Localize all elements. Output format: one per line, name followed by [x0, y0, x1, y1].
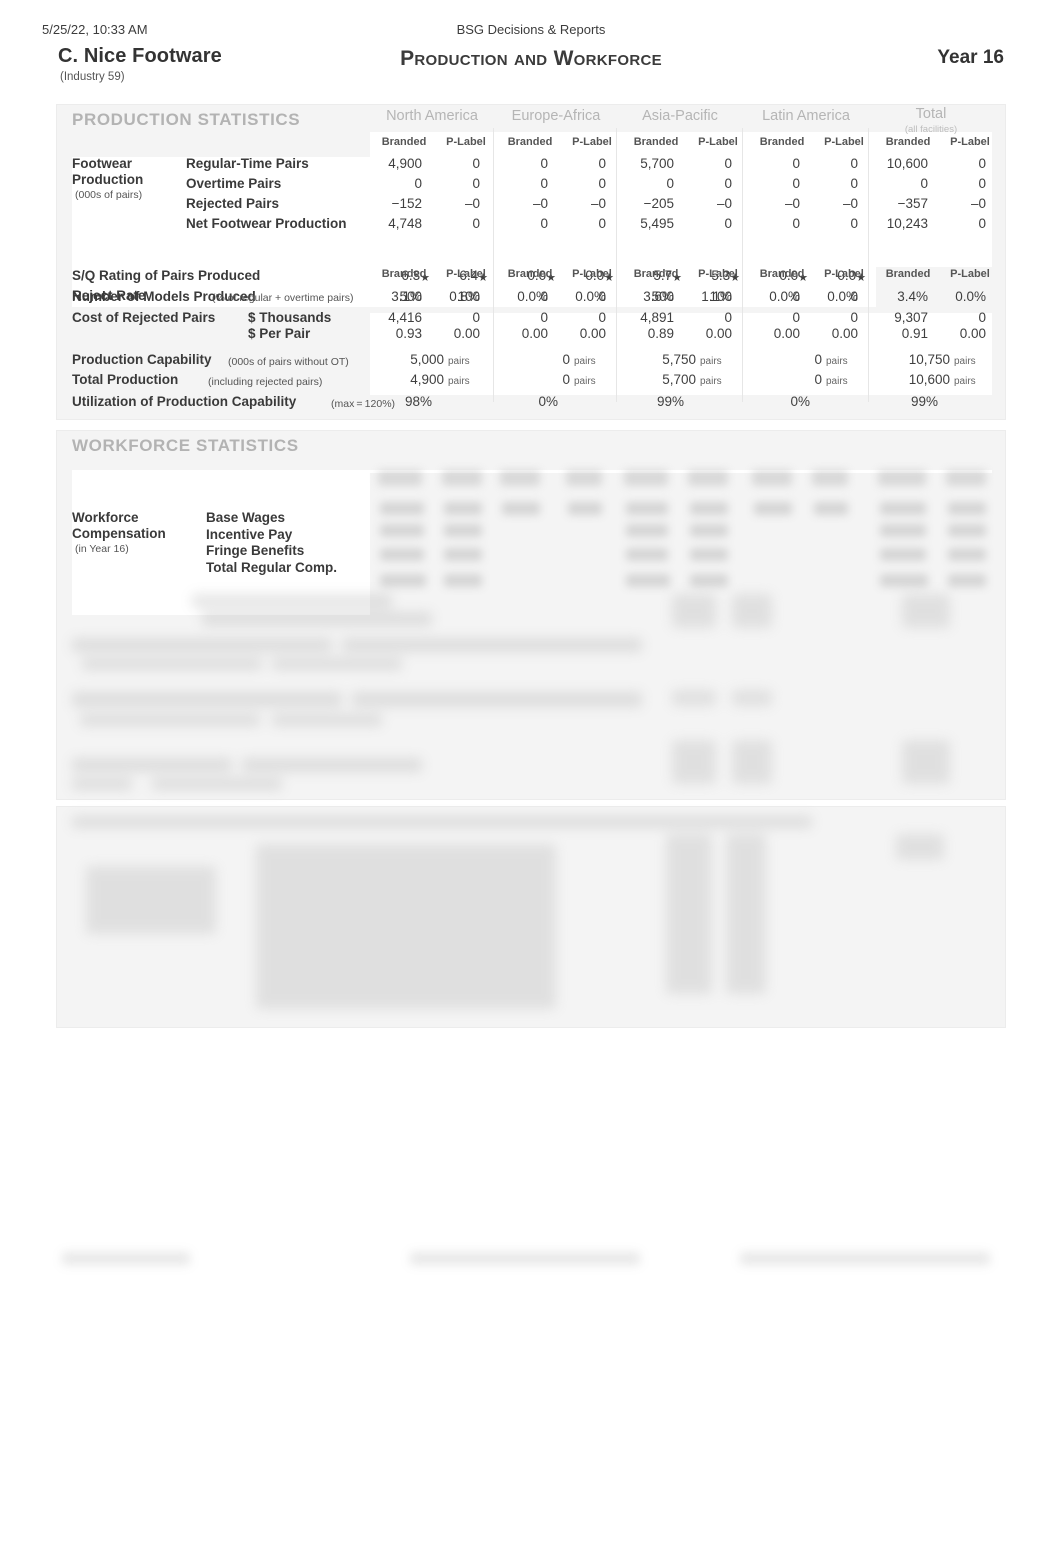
workforce-comp-note: (in Year 16)	[75, 543, 129, 555]
footwear-production-label-1: Footwear	[72, 156, 133, 171]
capability-cell-unit: pairs	[700, 356, 722, 367]
region-header-total: Total	[915, 106, 947, 122]
total-production-cell: 4,900	[410, 372, 444, 387]
region-header-north-america: North America	[386, 108, 478, 124]
col-header-na-branded: Branded	[381, 136, 427, 148]
production-cell: ‒0	[970, 196, 986, 211]
capability-cell: 5,750	[662, 352, 696, 367]
print-header: 5/25/22, 10:33 AM BSG Decisions & Report…	[0, 22, 1062, 38]
total-production-cell: 10,600	[908, 372, 950, 387]
additional-statistics-blurred	[66, 816, 996, 1021]
capability-cell: 0	[562, 352, 570, 367]
row-label-reject-rate: Reject Rate	[72, 288, 146, 303]
col-header-la-plabel: P-Label	[824, 136, 864, 148]
col2-header-total-plabel: P-Label	[950, 268, 990, 280]
print-doc-title: BSG Decisions & Reports	[456, 22, 606, 37]
page-footer-blurred	[0, 1248, 1062, 1274]
workforce-comp-label-2: Compensation	[72, 526, 166, 541]
col-header-ap-plabel: P-Label	[698, 136, 738, 148]
total-production-cell: 0	[562, 372, 570, 387]
footwear-production-label-2: Production	[72, 172, 144, 187]
page-title: Production and Workforce	[400, 47, 662, 70]
capability-cell: 5,000	[410, 352, 444, 367]
report-title-band: C. Nice Footware (Industry 59) Productio…	[0, 45, 1062, 85]
col-header-ea-branded: Branded	[507, 136, 553, 148]
col-header-ap-branded: Branded	[633, 136, 679, 148]
col2-header-la-branded: Branded	[759, 268, 805, 280]
row-label-cost-per-pair: $ Per Pair	[248, 326, 311, 341]
capability-cell-unit: pairs	[954, 356, 976, 367]
total-production-cell-unit: pairs	[574, 376, 596, 387]
footwear-production-note: (000s of pairs)	[75, 189, 143, 201]
row-label-utilization: Utilization of Production Capability	[72, 394, 297, 409]
production-statistics-panel: PRODUCTION STATISTICS North America Euro…	[56, 104, 1006, 420]
total-production-cell-unit: pairs	[826, 376, 848, 387]
col-header-la-branded: Branded	[759, 136, 805, 148]
production-section-title: PRODUCTION STATISTICS	[72, 110, 301, 129]
row-label-sq-rating: S/Q Rating of Pairs Produced	[72, 268, 261, 283]
cost-thousands-cell: 0	[978, 310, 986, 325]
col2-header-ap-plabel: P-Label	[698, 268, 738, 280]
capability-cell-unit: pairs	[574, 356, 596, 367]
workforce-values-blurred	[370, 448, 992, 606]
workforce-lower-blurred	[72, 590, 992, 790]
row-label-regular-time-pairs: Regular-Time Pairs	[186, 156, 309, 171]
row-label-total-regular-comp: Total Regular Comp.	[206, 560, 338, 575]
reject-rate-cell: 0.0%	[955, 289, 986, 304]
region-header-total-sub: (all facilities)	[904, 124, 958, 135]
utilization-cell: 99%	[910, 394, 938, 409]
workforce-statistics-panel: WORKFORCE STATISTICS Workforce Compensat…	[56, 430, 1006, 800]
additional-statistics-panel	[56, 806, 1006, 1028]
cost-per-pair-cell: 0.00	[959, 326, 986, 341]
col-header-na-plabel: P-Label	[446, 136, 486, 148]
col2-header-ap-branded: Branded	[633, 268, 679, 280]
utilization-cell: 0%	[790, 394, 810, 409]
production-cell: 0	[978, 216, 986, 231]
total-production-cell-unit: pairs	[448, 376, 470, 387]
capability-cell-unit: pairs	[826, 356, 848, 367]
region-header-asia-pacific: Asia-Pacific	[642, 108, 718, 124]
total-production-cell-unit: pairs	[700, 376, 722, 387]
row-label-base-wages: Base Wages	[206, 510, 286, 525]
row-label-rejected-pairs: Rejected Pairs	[186, 196, 280, 211]
utilization-cell: 98%	[404, 394, 432, 409]
production-cell: 0	[978, 156, 986, 171]
col2-header-na-branded: Branded	[381, 268, 427, 280]
capability-cell: 10,750	[908, 352, 950, 367]
col2-header-ea-plabel: P-Label	[572, 268, 612, 280]
total-production-note: (including rejected pairs)	[208, 376, 323, 388]
row-label-production-capability: Production Capability	[72, 352, 212, 367]
row-label-total-production: Total Production	[72, 372, 179, 387]
row-label-incentive-pay: Incentive Pay	[206, 527, 293, 542]
utilization-cell: 99%	[656, 394, 684, 409]
capability-cell-unit: pairs	[448, 356, 470, 367]
row-label-cost-thousands: $ Thousands	[248, 310, 332, 325]
col2-header-ea-branded: Branded	[507, 268, 553, 280]
row-label-cost-rejected-pairs: Cost of Rejected Pairs	[72, 310, 216, 325]
col2-header-na-plabel: P-Label	[446, 268, 486, 280]
row-label-fringe-benefits: Fringe Benefits	[206, 543, 305, 558]
workforce-comp-label-1: Workforce	[72, 510, 139, 525]
col2-header-la-plabel: P-Label	[824, 268, 864, 280]
col-header-ea-plabel: P-Label	[572, 136, 612, 148]
total-production-cell: 0	[814, 372, 822, 387]
production-capability-note: (000s of pairs without OT)	[228, 356, 349, 368]
region-header-latin-america: Latin America	[762, 108, 850, 124]
capability-cell: 0	[814, 352, 822, 367]
industry-label: (Industry 59)	[60, 71, 125, 83]
utilization-cell: 0%	[538, 394, 558, 409]
row-label-overtime-pairs: Overtime Pairs	[186, 176, 282, 191]
total-production-cell-unit: pairs	[954, 376, 976, 387]
plate-joiner	[370, 264, 992, 267]
row-label-net-footwear-production: Net Footwear Production	[186, 216, 347, 231]
col-header-total-plabel: P-Label	[950, 136, 990, 148]
report-page: 5/25/22, 10:33 AM BSG Decisions & Report…	[0, 0, 1062, 1556]
region-header-europe-africa: Europe-Africa	[511, 108, 601, 124]
report-year: Year 16	[937, 47, 1004, 68]
col-header-total-branded: Branded	[885, 136, 931, 148]
workforce-section-title: WORKFORCE STATISTICS	[72, 436, 299, 455]
col2-header-total-branded: Branded	[885, 268, 931, 280]
production-cell: 0	[978, 176, 986, 191]
total-production-cell: 5,700	[662, 372, 696, 387]
